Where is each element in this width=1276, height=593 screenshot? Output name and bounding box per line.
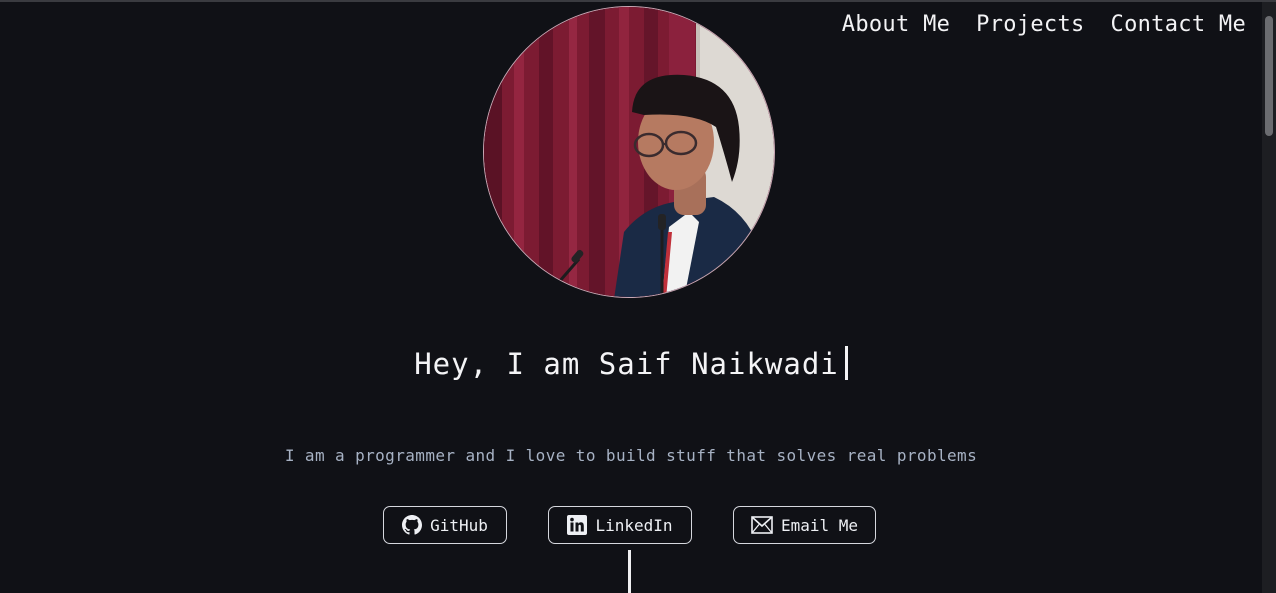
linkedin-icon xyxy=(567,515,588,535)
github-icon xyxy=(402,515,423,535)
nav-about-link[interactable]: About Me xyxy=(842,12,950,37)
linkedin-button[interactable]: LinkedIn xyxy=(548,506,692,544)
github-button[interactable]: GitHub xyxy=(383,506,507,544)
nav-projects-link[interactable]: Projects xyxy=(976,12,1084,37)
scroll-indicator-line xyxy=(628,550,631,593)
page: About Me Projects Contact Me Hey, I am S… xyxy=(0,0,1276,593)
page-scrollbar[interactable] xyxy=(1262,2,1276,593)
nav-contact-link[interactable]: Contact Me xyxy=(1111,12,1246,37)
scrollbar-thumb[interactable] xyxy=(1265,16,1273,136)
email-button[interactable]: Email Me xyxy=(733,506,876,544)
github-button-label: GitHub xyxy=(430,515,488,535)
email-button-label: Email Me xyxy=(780,515,859,535)
envelope-icon xyxy=(751,516,773,534)
top-nav: About Me Projects Contact Me xyxy=(842,12,1246,37)
hero-heading-text: Hey, I am Saif Naikwadi xyxy=(414,347,839,381)
typing-cursor xyxy=(844,346,848,380)
hero-tagline: I am a programmer and I love to build st… xyxy=(284,446,978,465)
profile-photo xyxy=(483,6,775,298)
hero-heading: Hey, I am Saif Naikwadi xyxy=(0,346,1262,381)
linkedin-button-label: LinkedIn xyxy=(595,515,673,535)
